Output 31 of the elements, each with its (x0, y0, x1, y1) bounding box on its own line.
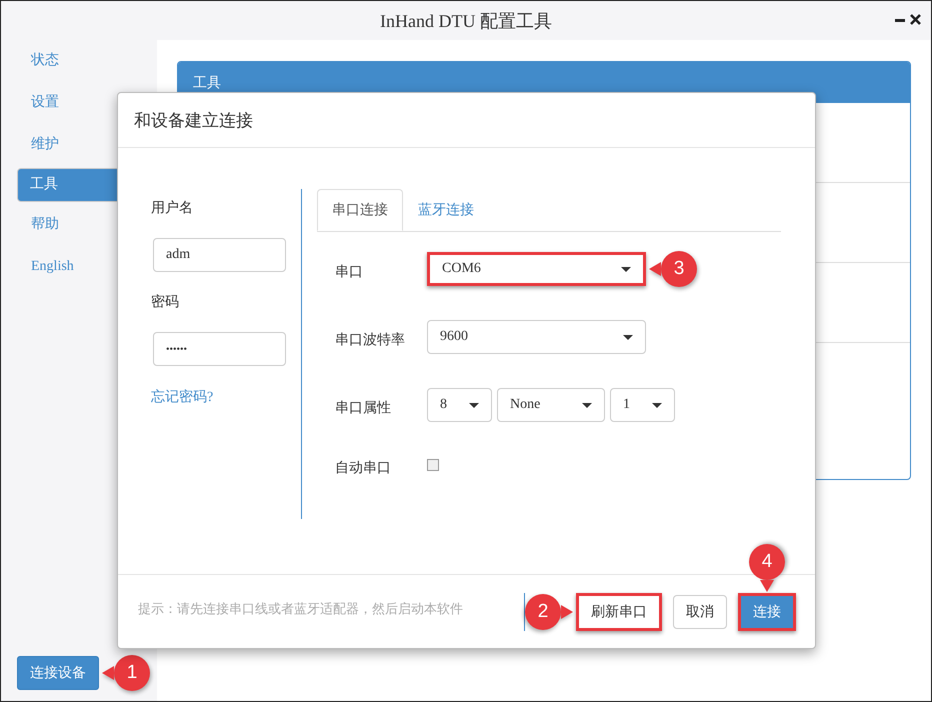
dropdown[interactable]: 8 (427, 388, 492, 422)
dropdown[interactable]: 9600 (427, 320, 646, 354)
hint-text: 提示：请先连接串口线或者蓝牙适配器，然后启动本软件 (138, 600, 463, 618)
dropdown[interactable]: None (497, 388, 605, 422)
dialog-title: 和设备建立连接 (134, 110, 253, 132)
forgot-password-link[interactable]: 忘记密码? (151, 388, 214, 406)
window-title: InHand DTU 配置工具 (380, 10, 552, 32)
caret-icon (652, 402, 662, 408)
dropdown[interactable]: COM6 (427, 252, 646, 286)
field-label: 串口属性 (334, 400, 392, 417)
dialog-button[interactable]: 刷新串口 (576, 592, 662, 630)
caret-icon (582, 402, 592, 408)
dialog-button[interactable]: 连接 (738, 592, 796, 630)
password-label: 密码 (151, 293, 179, 312)
caret-icon (469, 402, 479, 408)
dropdown[interactable]: 1 (610, 388, 675, 422)
field-label: 串口波特率 (334, 331, 406, 349)
caret-icon (621, 266, 631, 272)
checkbox[interactable] (427, 459, 439, 471)
field-label: 串口 (334, 264, 364, 281)
tab[interactable]: 串口连接 (317, 189, 403, 231)
dialog-button[interactable]: 取消 (673, 594, 727, 628)
connect-device-button[interactable]: 连接设备 (17, 656, 99, 690)
close-icon[interactable] (910, 14, 921, 25)
username-field[interactable]: adm (153, 238, 286, 272)
caret-icon (623, 334, 633, 340)
password-field[interactable]: •••••• (153, 332, 286, 366)
tab[interactable]: 蓝牙连接 (403, 189, 489, 231)
username-label: 用户名 (151, 199, 193, 218)
panel-title: 工具 (193, 74, 221, 92)
field-label: 自动串口 (334, 460, 392, 477)
